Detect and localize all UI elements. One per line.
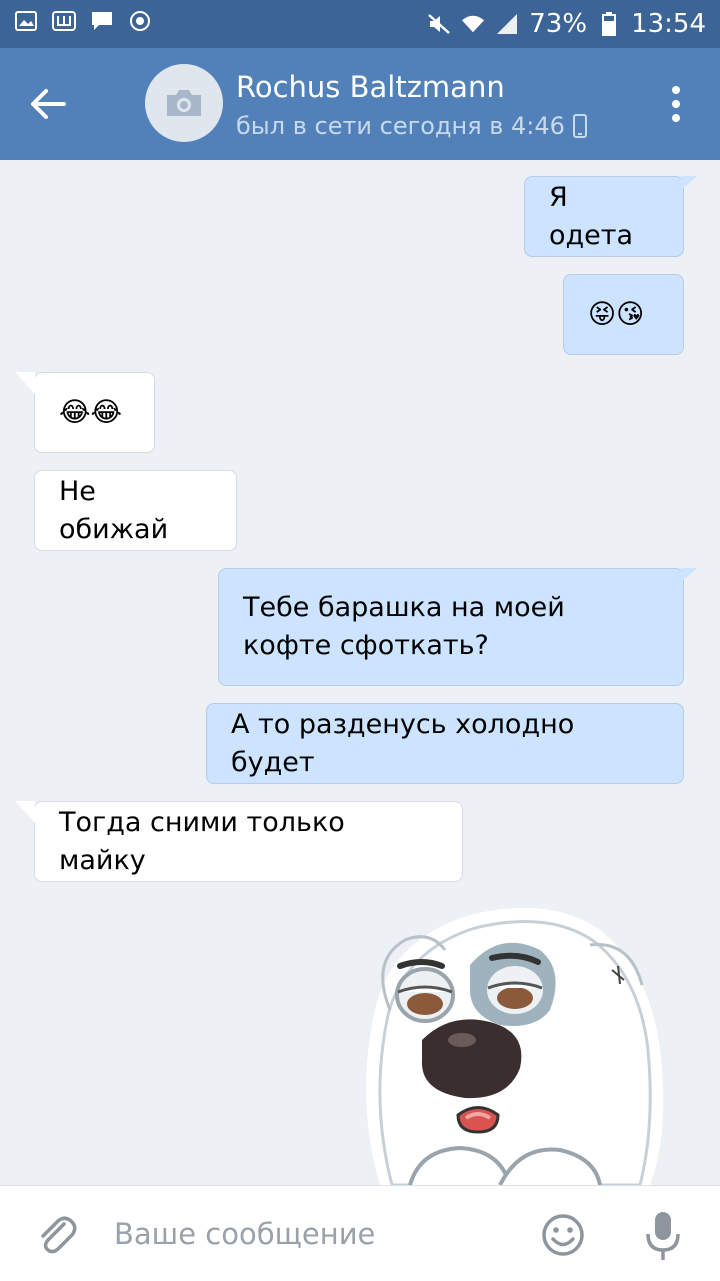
battery-icon xyxy=(597,12,621,36)
clock: 13:54 xyxy=(631,9,706,39)
message-text: Тогда сними только майку xyxy=(59,806,345,876)
message-in[interactable]: Не обижай xyxy=(34,470,237,551)
message-out[interactable]: Я одета xyxy=(524,176,697,257)
status-bar: 73% 13:54 xyxy=(0,0,720,48)
dog-sticker[interactable] xyxy=(350,900,670,1185)
attach-button[interactable] xyxy=(34,1212,80,1258)
message-in[interactable]: Тогда сними только майку xyxy=(15,801,463,882)
smile-icon xyxy=(542,1214,584,1256)
voice-message-button[interactable] xyxy=(642,1208,684,1262)
signal-icon xyxy=(495,13,519,35)
contact-name[interactable]: Rochus Baltzmann xyxy=(236,70,505,104)
more-menu-button[interactable] xyxy=(662,82,690,126)
message-out[interactable]: Тебе барашка на моей кофте сфоткать? xyxy=(218,568,697,686)
message-text: Я одета xyxy=(549,181,634,251)
avatar[interactable] xyxy=(145,64,223,142)
message-input[interactable] xyxy=(100,1206,548,1262)
message-composer xyxy=(0,1185,720,1281)
paperclip-icon xyxy=(41,1216,77,1254)
contact-status: был в сети сегодня в 4:46 xyxy=(236,112,587,140)
shield-notification-icon xyxy=(128,10,152,32)
message-in[interactable]: 😂😂 xyxy=(15,372,155,453)
back-button[interactable] xyxy=(26,82,70,126)
emoji-button[interactable] xyxy=(540,1212,586,1258)
mute-icon xyxy=(427,13,451,35)
message-text: Не обижай xyxy=(59,475,169,545)
battery-percent: 73% xyxy=(529,9,588,39)
message-emoji: 😝😘 xyxy=(588,298,645,330)
message-text: А то разденусь холодно будет xyxy=(231,708,575,778)
wifi-icon xyxy=(461,13,485,35)
microphone-icon xyxy=(646,1212,680,1260)
arrow-left-icon xyxy=(31,89,66,119)
gallery-notification-icon xyxy=(14,10,38,32)
more-vertical-icon xyxy=(672,86,680,122)
notification-icons xyxy=(14,10,152,32)
message-text: Тебе барашка на моей кофте сфоткать? xyxy=(243,592,565,661)
system-icons: 73% 13:54 xyxy=(427,8,706,40)
phone-icon xyxy=(572,114,587,138)
camera-icon xyxy=(167,90,201,116)
message-out[interactable]: 😝😘 xyxy=(563,274,684,355)
message-out[interactable]: А то разденусь холодно будет xyxy=(206,703,684,784)
dog-sticker-image xyxy=(366,907,664,1185)
last-seen-text: был в сети сегодня в 4:46 xyxy=(236,112,565,140)
message-notification-icon xyxy=(90,10,114,32)
message-emoji: 😂😂 xyxy=(59,396,123,428)
chat-header: Rochus Baltzmann был в сети сегодня в 4:… xyxy=(0,48,720,160)
vk-notification-icon xyxy=(52,10,76,32)
